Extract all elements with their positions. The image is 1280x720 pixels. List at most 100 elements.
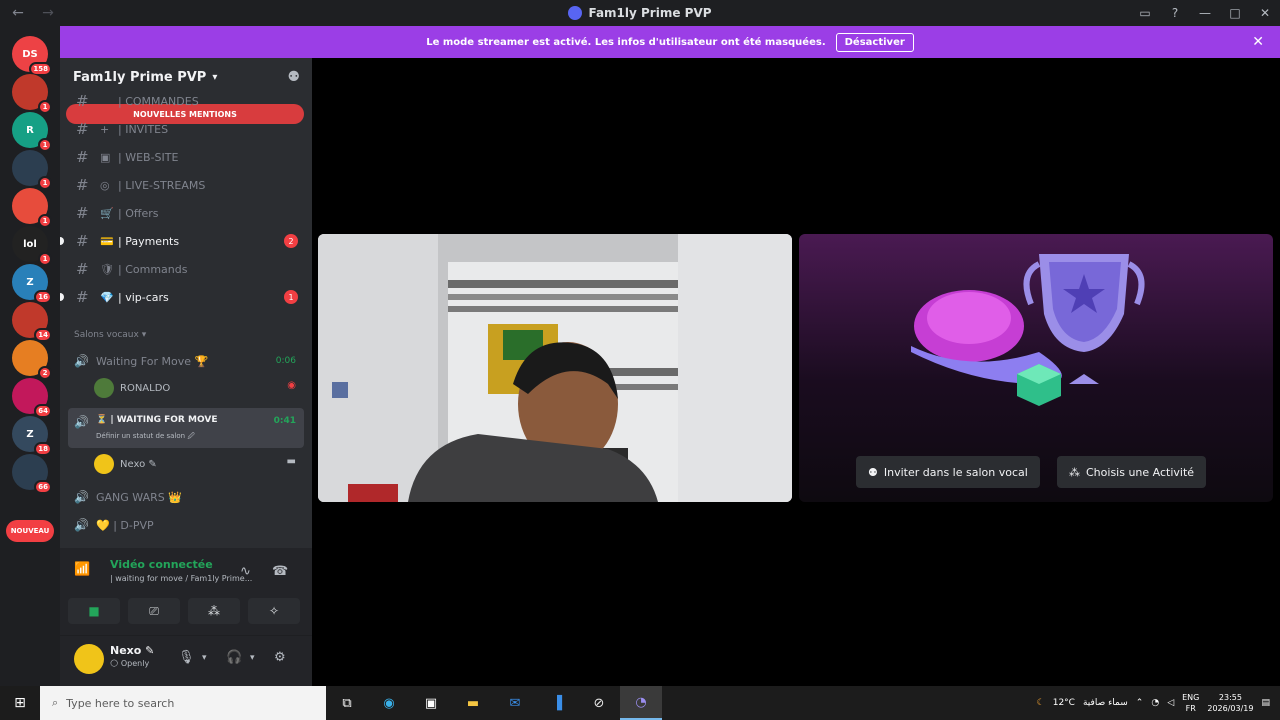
weather-icon: ☾ — [1036, 698, 1045, 708]
text-channel[interactable]: # 💎 | vip-cars 1 — [60, 284, 312, 310]
volume-icon[interactable]: ◁ — [1167, 698, 1174, 708]
unread-indicator — [60, 293, 64, 301]
gear-icon[interactable]: ⚙ — [274, 650, 286, 665]
server-icon[interactable]: lol 1 — [12, 226, 52, 266]
chevron-down-icon[interactable]: ▾ — [202, 653, 207, 663]
channel-emoji: ▣ — [100, 150, 111, 164]
weather-temp: 12°C — [1052, 698, 1075, 708]
channel-emoji: 🛡 — [100, 262, 114, 276]
noise-suppression-icon[interactable]: ∿ — [240, 564, 251, 579]
channel-name: | vip-cars — [118, 290, 169, 304]
member-name: RONALDO — [120, 382, 171, 394]
server-icon[interactable]: Z 18 — [12, 416, 52, 456]
hash-icon: # — [76, 120, 89, 138]
choose-activity-button[interactable]: ⁂ Choisis une Activité — [1057, 456, 1207, 488]
signal-icon[interactable]: 📶 — [74, 562, 90, 577]
activities-icon[interactable]: ⁂ — [188, 598, 240, 624]
file-explorer-icon[interactable]: ▬ — [452, 686, 494, 720]
edge-icon[interactable]: ◉ — [368, 686, 410, 720]
voice-member-self[interactable]: Nexo ✎ — [94, 452, 157, 476]
invite-to-voice-button[interactable]: ⚉ Inviter dans le salon vocal — [856, 456, 1040, 488]
task-view-icon[interactable]: ⧉ — [326, 686, 368, 720]
maximize-icon[interactable]: □ — [1220, 6, 1250, 20]
server-icon[interactable]: 1 — [12, 74, 52, 114]
voice-status-subtitle[interactable]: | waiting for move / Fam1ly Prime... — [110, 574, 290, 583]
screen-share-icon[interactable]: ⎚ — [128, 598, 180, 624]
hash-icon: # — [76, 176, 89, 194]
window-controls: ▭ ? — □ ✕ — [1130, 0, 1280, 26]
soundboard-icon[interactable]: ✧ — [248, 598, 300, 624]
server-icon-label: Z — [26, 428, 34, 440]
voice-category[interactable]: Salons vocaux ▾ — [74, 330, 146, 340]
minimize-icon[interactable]: — — [1190, 6, 1220, 20]
text-channel[interactable]: # | COMMANDES — [60, 88, 312, 114]
add-member-icon[interactable]: ⚉ — [287, 69, 300, 85]
mention-badge: 2 — [284, 234, 298, 248]
server-icon[interactable]: DS 158 — [12, 36, 52, 76]
back-arrow-icon[interactable]: ← — [0, 5, 36, 21]
text-channel[interactable]: # ▣ | WEB-SITE — [60, 144, 312, 170]
chevron-down-icon[interactable]: ▾ — [250, 653, 255, 663]
hash-icon: # — [76, 148, 89, 166]
voice-channel-dpvp[interactable]: 🔊 💛 | D-PVP — [68, 512, 304, 538]
server-icon[interactable]: R1 — [12, 112, 52, 152]
clock-time: 23:55 — [1218, 693, 1242, 702]
notification-icon[interactable]: ▤ — [1261, 698, 1270, 708]
mail-icon[interactable]: ✉ — [494, 686, 536, 720]
taskbar-search[interactable]: ⌕ Type here to search — [40, 686, 326, 720]
new-servers-pill[interactable]: NOUVEAU — [6, 520, 54, 542]
forward-arrow-icon[interactable]: → — [36, 5, 60, 21]
app-icon[interactable]: ▐ — [536, 686, 578, 720]
text-channel[interactable]: # 💳 | Payments 2 — [60, 228, 312, 254]
banner-close-icon[interactable]: ✕ — [1252, 34, 1264, 50]
disconnect-icon[interactable]: ☎ — [272, 564, 288, 579]
server-icon[interactable]: 1 — [12, 188, 52, 228]
text-channel[interactable]: # 🛡 | Commands — [60, 256, 312, 282]
store-icon[interactable]: ▣ — [410, 686, 452, 720]
window-title-area: Fam1ly Prime PVP — [0, 0, 1280, 26]
microphone-icon[interactable]: 🎙 — [178, 650, 195, 665]
voice-member[interactable]: RONALDO — [94, 376, 170, 400]
close-icon[interactable]: ✕ — [1250, 6, 1280, 20]
help-icon[interactable]: ? — [1160, 6, 1190, 20]
server-icon[interactable]: 1 — [12, 150, 52, 190]
server-icon[interactable]: 14 — [12, 302, 52, 342]
headphones-icon[interactable]: 🎧 — [226, 650, 242, 665]
server-icon[interactable]: 2 — [12, 340, 52, 380]
mention-badge: 2 — [38, 366, 52, 380]
voice-channel-active[interactable]: 🔊 ⏳ | WAITING FOR MOVE 0:41 Définir un s… — [68, 408, 304, 448]
window-title: Fam1ly Prime PVP — [588, 6, 712, 20]
user-avatar[interactable] — [74, 644, 104, 674]
channel-emoji: + — [100, 122, 110, 136]
chevron-up-icon[interactable]: ⌃ — [1136, 698, 1144, 708]
voice-timer: 0:41 — [273, 416, 296, 426]
voice-channel-gang-wars[interactable]: 🔊 GANG WARS 👑 — [68, 484, 304, 510]
windows-start-icon[interactable]: ⊞ — [0, 695, 40, 711]
server-icon[interactable]: 66 — [12, 454, 52, 494]
inbox-icon[interactable]: ▭ — [1130, 6, 1160, 20]
video-icon[interactable]: ■ — [68, 598, 120, 624]
voice-channel-name: GANG WARS 👑 — [96, 490, 182, 504]
unread-indicator — [60, 237, 64, 245]
language-indicator[interactable]: ENG FR — [1182, 692, 1199, 714]
text-channel[interactable]: # 🛒 | Offers — [60, 200, 312, 226]
mention-badge: 66 — [34, 480, 52, 494]
title-bar: ← → Fam1ly Prime PVP ▭ ? — □ ✕ — [0, 0, 1280, 26]
voice-channel-waiting[interactable]: 🔊 Waiting For Move 🏆 0:06 — [68, 348, 304, 374]
camera-video-tile[interactable] — [318, 234, 792, 502]
avatar — [94, 454, 114, 474]
lang-top: ENG — [1182, 693, 1200, 702]
steam-icon[interactable]: ⊘ — [578, 686, 620, 720]
channel-status-hint[interactable]: Définir un statut de salon 🖉 — [96, 432, 195, 443]
avatar — [94, 378, 114, 398]
server-icon — [568, 6, 583, 20]
server-icon[interactable]: Z 16 — [12, 264, 52, 304]
mention-badge: 16 — [34, 290, 52, 304]
deactivate-button[interactable]: Désactiver — [835, 32, 914, 52]
text-channel[interactable]: # + | INVITES — [60, 116, 312, 142]
text-channel[interactable]: # ◎ | LIVE-STREAMS — [60, 172, 312, 198]
clock[interactable]: 23:55 2026/03/19 — [1207, 692, 1253, 714]
network-icon[interactable]: ◔ — [1151, 698, 1159, 708]
discord-taskbar-icon[interactable]: ◔ — [620, 686, 662, 720]
server-icon[interactable]: 64 — [12, 378, 52, 418]
